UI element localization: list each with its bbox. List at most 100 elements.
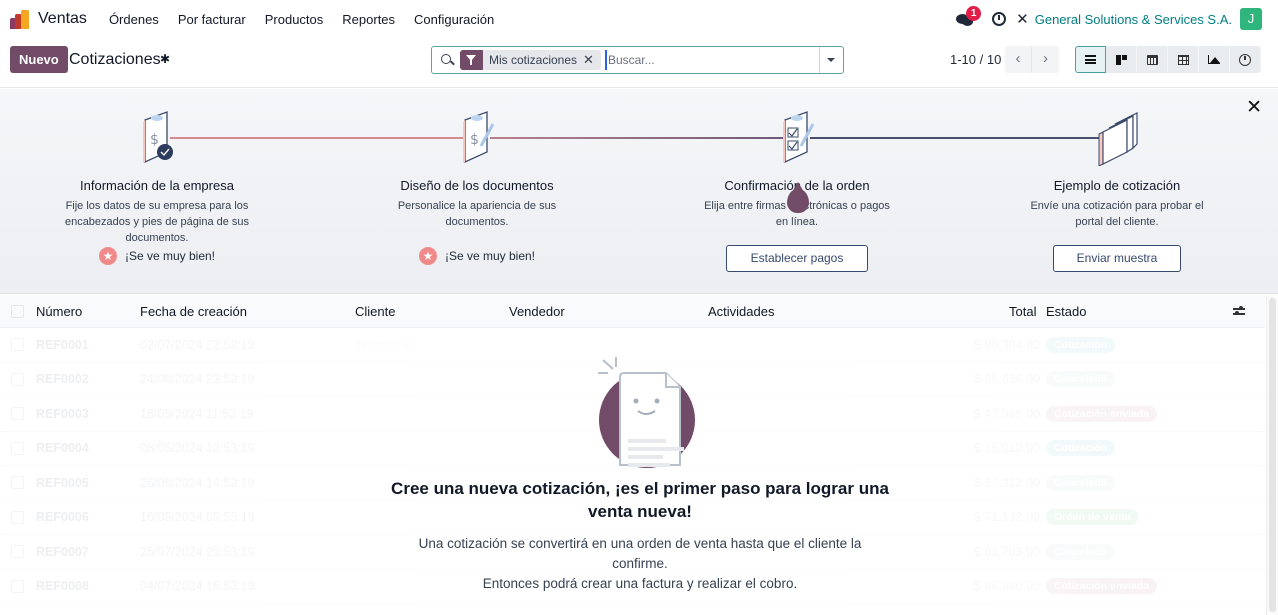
step-description: Fije los datos de su empresa para los en… (64, 200, 250, 244)
onboarding-step-layout: $ Diseño de los documentos Personalice l… (357, 104, 597, 230)
row-total: $ 87,312.00 (973, 475, 1040, 490)
row-date: 25/07/2024 20:53:19 (140, 544, 255, 559)
row-number: REF0002 (36, 372, 89, 387)
status-badge: Cancelado (1046, 371, 1116, 388)
step-title: Diseño de los documentos (400, 178, 554, 193)
pager-next-button[interactable]: › (1032, 46, 1059, 73)
user-avatar[interactable]: J (1240, 8, 1262, 30)
facet-remove-icon[interactable]: ✕ (583, 52, 601, 68)
row-total: $ 61,703.00 (973, 544, 1040, 559)
star-icon: ★ (98, 247, 117, 265)
column-number[interactable]: Número (36, 304, 82, 319)
step-description: Envíe una cotización para probar el port… (1030, 200, 1204, 228)
column-salesperson[interactable]: Vendedor (509, 304, 565, 319)
column-state[interactable]: Estado (1046, 304, 1086, 319)
row-checkbox[interactable] (11, 338, 24, 352)
step-done-label: ¡Se ve muy bien! (444, 249, 536, 263)
gear-icon[interactable]: ✱ (160, 52, 170, 66)
step-done-status: ★ ¡Se ve muy bien! (37, 247, 277, 265)
row-client: Thomas P... (355, 337, 421, 352)
row-number: REF0001 (36, 337, 89, 352)
debug-tools-icon[interactable]: ✕ (1016, 10, 1029, 28)
row-checkbox[interactable] (11, 579, 24, 593)
list-view-button[interactable] (1075, 46, 1106, 73)
column-client[interactable]: Cliente (355, 304, 395, 319)
search-facet: Mis cotizaciones ✕ (460, 50, 601, 70)
view-switcher (1075, 46, 1261, 73)
step-done-label: ¡Se ve muy bien! (124, 249, 216, 263)
column-total[interactable]: Total (1009, 304, 1036, 319)
new-button[interactable]: Nuevo (10, 46, 68, 73)
pager-previous-button[interactable]: ‹ (1005, 46, 1032, 73)
status-badge: Cotización (1046, 440, 1116, 457)
pivot-view-button[interactable] (1168, 46, 1199, 73)
chat-icon[interactable]: 1 (956, 6, 982, 28)
current-step-marker-icon (787, 182, 809, 213)
scrollbar-thumb[interactable] (1269, 298, 1276, 612)
row-total: $ 90,304.00 (973, 337, 1040, 352)
row-total: $ 95,636.00 (973, 372, 1040, 387)
search-options-toggle[interactable] (819, 47, 843, 73)
set-payments-button[interactable]: Establecer pagos (726, 245, 868, 272)
onboarding-panel: ✕ $ Información de la empresa Fije los d… (0, 89, 1278, 294)
status-badge: Cancelado (1046, 543, 1116, 560)
status-badge: Cotización enviada (1046, 578, 1158, 595)
search-input[interactable] (604, 50, 819, 70)
activity-clock-icon[interactable] (992, 12, 1007, 26)
send-sample-button[interactable]: Enviar muestra (1053, 245, 1181, 272)
checklist-clipboard-icon (677, 104, 917, 166)
menu-configuracion[interactable]: Configuración (414, 12, 494, 27)
menu-reportes[interactable]: Reportes (342, 12, 395, 27)
row-checkbox[interactable] (11, 372, 24, 386)
app-name[interactable]: Ventas (38, 10, 87, 28)
step-title: Ejemplo de cotización (1053, 178, 1181, 193)
row-checkbox[interactable] (11, 441, 24, 455)
kanban-view-button[interactable] (1106, 46, 1137, 73)
column-creation-date[interactable]: Fecha de creación (140, 304, 247, 319)
column-activities[interactable]: Actividades (708, 304, 774, 319)
row-number: REF0006 (36, 510, 89, 525)
row-date: 16/05/2024 05:53:19 (140, 510, 255, 525)
optional-columns-icon[interactable] (1233, 305, 1245, 317)
empty-state-text: Una cotización se convertirá en una orde… (370, 534, 910, 594)
pager-value[interactable]: 1-10 / 10 (950, 52, 1001, 67)
row-checkbox[interactable] (11, 407, 24, 421)
clipboard-check-icon: $ (37, 104, 277, 166)
row-date: 18/05/2024 11:53:19 (140, 406, 254, 421)
menu-por-facturar[interactable]: Por facturar (178, 12, 246, 27)
company-switcher[interactable]: General Solutions & Services S.A. (1035, 12, 1232, 27)
close-onboarding-icon[interactable]: ✕ (1246, 96, 1262, 119)
menu-productos[interactable]: Productos (265, 12, 324, 27)
filter-icon (460, 50, 483, 70)
row-number: REF0004 (36, 441, 89, 456)
list-scrollbar[interactable] (1266, 295, 1278, 615)
empty-state: Cree una nueva cotización, ¡es el primer… (370, 355, 910, 594)
pivot-view-icon (1177, 54, 1189, 65)
empty-state-line-1: Una cotización se convertirá en una orde… (418, 536, 862, 571)
list-header: Número Fecha de creación Cliente Vendedo… (0, 295, 1265, 328)
select-all-checkbox[interactable] (11, 304, 24, 318)
row-total: $ 96,990.00 (973, 579, 1040, 594)
row-checkbox[interactable] (11, 476, 24, 490)
row-total: $ 71,132.00 (973, 510, 1040, 525)
activity-view-button[interactable] (1230, 46, 1261, 73)
step-title: Información de la empresa (80, 178, 234, 193)
calendar-view-icon (1146, 54, 1158, 65)
menu-ordenes[interactable]: Órdenes (109, 12, 159, 27)
row-checkbox[interactable] (11, 545, 24, 559)
row-number: REF0008 (36, 579, 89, 594)
step-description: Personalice la apariencia de sus documen… (397, 200, 557, 228)
svg-text:$: $ (150, 132, 159, 148)
row-number: REF0003 (36, 406, 89, 421)
row-checkbox[interactable] (11, 510, 24, 524)
empty-state-title: Cree una nueva cotización, ¡es el primer… (391, 479, 889, 521)
status-badge: Cotización (1046, 336, 1116, 353)
search-bar: Mis cotizaciones ✕ (431, 46, 844, 74)
sales-app-logo-icon[interactable] (10, 9, 30, 29)
search-icon[interactable] (441, 53, 455, 67)
list-view-icon (1085, 55, 1096, 64)
activity-view-icon (1239, 53, 1251, 66)
calendar-view-button[interactable] (1137, 46, 1168, 73)
graph-view-button[interactable] (1199, 46, 1230, 73)
document-stack-icon (997, 104, 1237, 166)
